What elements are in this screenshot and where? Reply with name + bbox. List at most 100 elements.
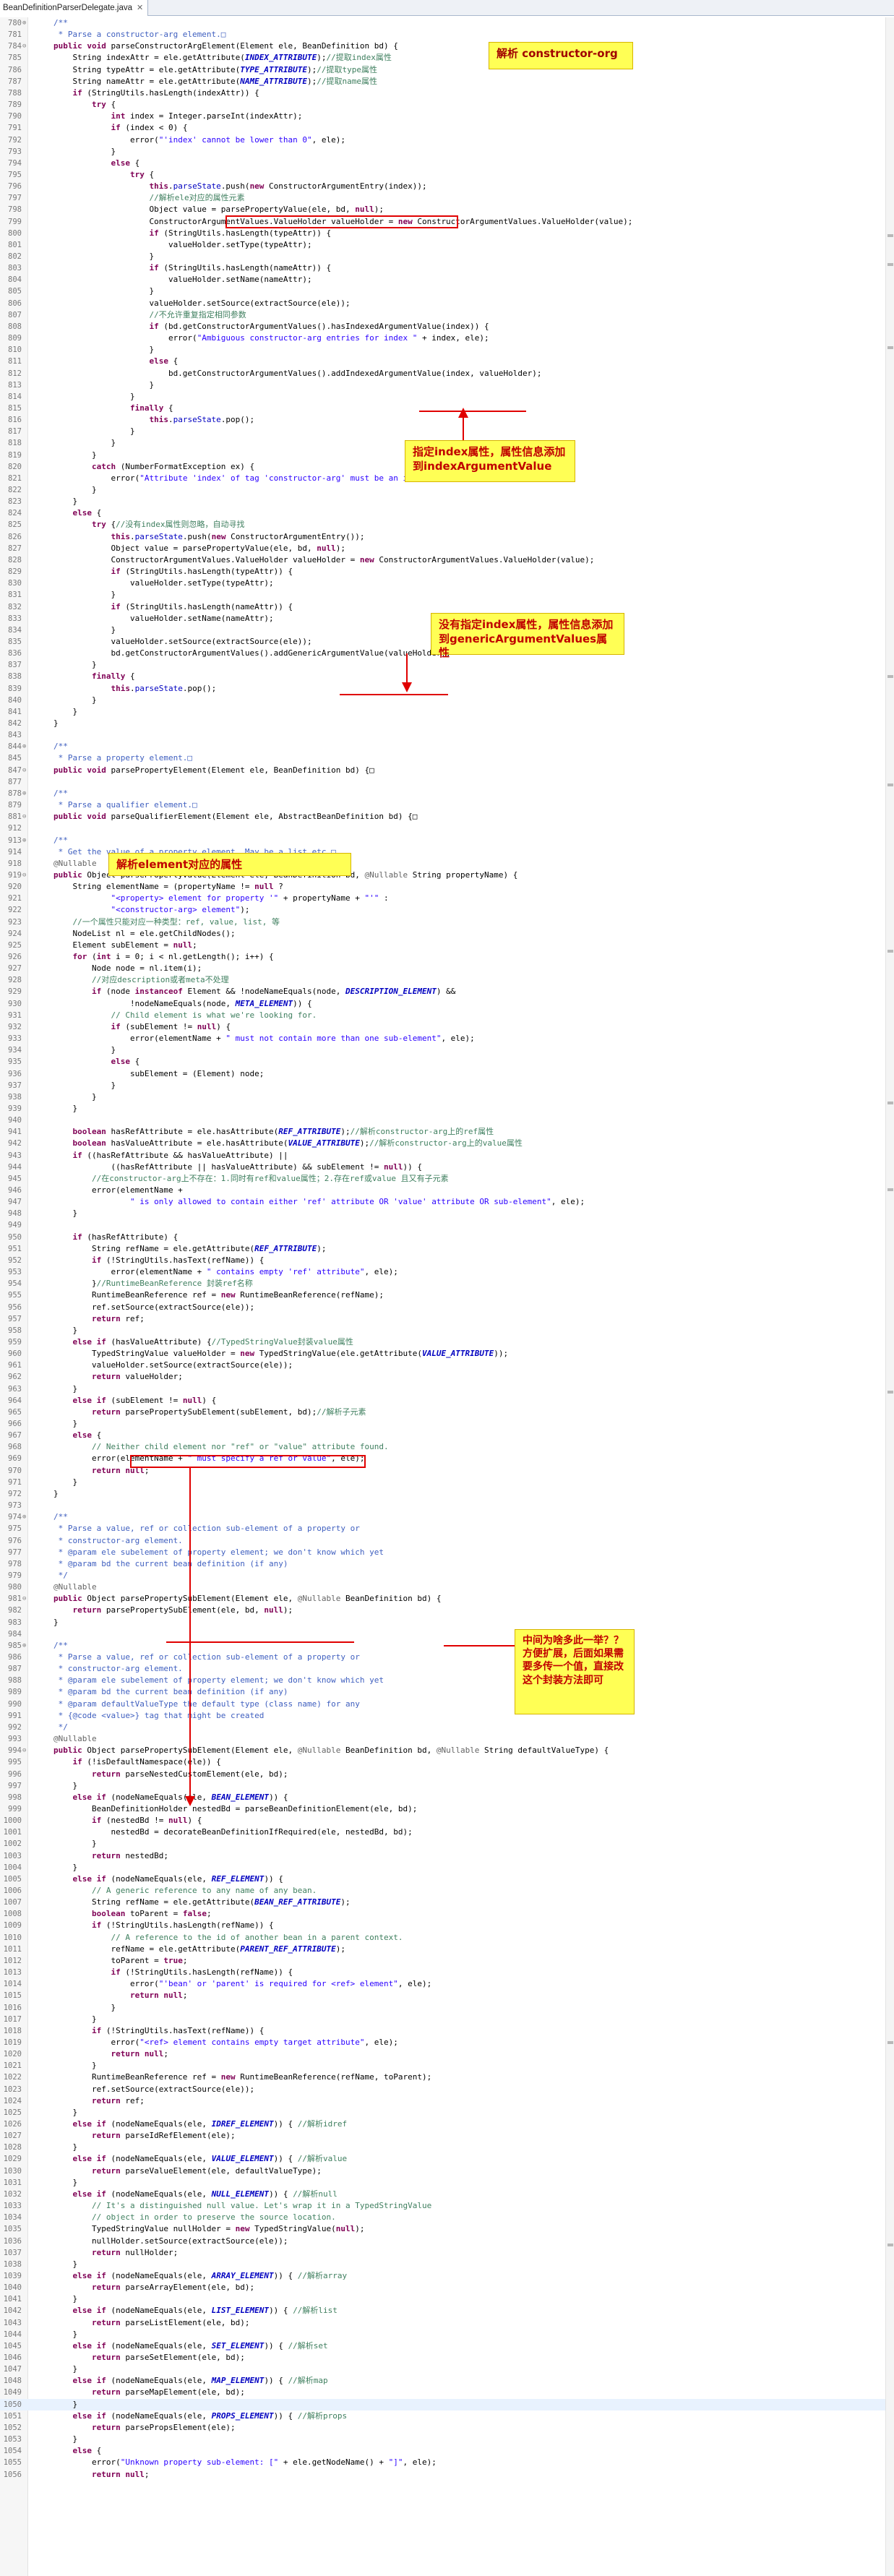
- code-line[interactable]: 938 }: [0, 1091, 894, 1103]
- overview-mark[interactable]: [887, 1391, 893, 1394]
- code-line[interactable]: 842}: [0, 718, 894, 729]
- code-line[interactable]: 950 if (hasRefAttribute) {: [0, 1232, 894, 1243]
- code-line[interactable]: 795 try {: [0, 169, 894, 181]
- overview-mark[interactable]: [887, 675, 893, 678]
- code-line[interactable]: 800 if (StringUtils.hasLength(typeAttr))…: [0, 228, 894, 239]
- code-line[interactable]: 1010 // A reference to the id of another…: [0, 1932, 894, 1944]
- code-line[interactable]: 1011 refName = ele.getAttribute(PARENT_R…: [0, 1944, 894, 1955]
- code-line[interactable]: 1045 else if (nodeNameEquals(ele, SET_EL…: [0, 2340, 894, 2352]
- code-line[interactable]: 963 }: [0, 1383, 894, 1395]
- code-line[interactable]: 843: [0, 729, 894, 741]
- code-line[interactable]: 955 RuntimeBeanReference ref = new Runti…: [0, 1289, 894, 1301]
- code-line[interactable]: 808 if (bd.getConstructorArgumentValues(…: [0, 321, 894, 332]
- code-line[interactable]: 788 if (StringUtils.hasLength(indexAttr)…: [0, 87, 894, 99]
- code-line[interactable]: 1030 return parseValueElement(ele, defau…: [0, 2165, 894, 2177]
- code-line[interactable]: 829 if (StringUtils.hasLength(typeAttr))…: [0, 566, 894, 578]
- code-line[interactable]: 948 }: [0, 1208, 894, 1219]
- overview-mark[interactable]: [887, 263, 893, 266]
- code-line[interactable]: 983}: [0, 1617, 894, 1628]
- code-line[interactable]: 823 }: [0, 496, 894, 507]
- code-line[interactable]: 830 valueHolder.setType(typeAttr);: [0, 578, 894, 589]
- code-line[interactable]: 921 "<property> element for property '" …: [0, 893, 894, 904]
- code-line[interactable]: 925 Element subElement = null;: [0, 940, 894, 951]
- code-line[interactable]: 947 " is only allowed to contain either …: [0, 1196, 894, 1208]
- code-line[interactable]: 1052 return parsePropsElement(ele);: [0, 2422, 894, 2434]
- overview-mark[interactable]: [887, 234, 893, 237]
- fold-toggle-icon[interactable]: ⊖: [22, 811, 26, 823]
- overview-ruler[interactable]: [885, 17, 894, 2576]
- code-line[interactable]: 995 if (!isDefaultNamespace(ele)) {: [0, 1756, 894, 1768]
- tab-file[interactable]: BeanDefinitionParserDelegate.java ✕: [0, 0, 149, 16]
- code-line[interactable]: 1004 }: [0, 1862, 894, 1873]
- fold-toggle-icon[interactable]: ⊕: [22, 1640, 26, 1652]
- code-line[interactable]: 787 String nameAttr = ele.getAttribute(N…: [0, 76, 894, 87]
- code-line[interactable]: 968 // Neither child element nor "ref" o…: [0, 1441, 894, 1453]
- overview-mark[interactable]: [887, 950, 893, 953]
- code-line[interactable]: 912: [0, 823, 894, 834]
- code-line[interactable]: 812 bd.getConstructorArgumentValues().ad…: [0, 368, 894, 379]
- code-line[interactable]: 802 }: [0, 251, 894, 262]
- code-line[interactable]: 1020 return null;: [0, 2048, 894, 2060]
- code-line[interactable]: 1022 RuntimeBeanReference ref = new Runt…: [0, 2071, 894, 2083]
- code-line[interactable]: 1006 // A generic reference to any name …: [0, 1885, 894, 1897]
- code-line[interactable]: 879 * Parse a qualifier element.□: [0, 799, 894, 811]
- code-line[interactable]: 1038 }: [0, 2259, 894, 2270]
- code-line[interactable]: 1042 else if (nodeNameEquals(ele, LIST_E…: [0, 2305, 894, 2317]
- code-line[interactable]: 990 * @param defaultValueType the defaul…: [0, 1699, 894, 1710]
- code-line[interactable]: 789 try {: [0, 99, 894, 111]
- code-line[interactable]: 943 if ((hasRefAttribute && hasValueAttr…: [0, 1150, 894, 1162]
- code-line[interactable]: 986 * Parse a value, ref or collection s…: [0, 1652, 894, 1663]
- code-line[interactable]: 1055 error("Unknown property sub-element…: [0, 2457, 894, 2468]
- code-line[interactable]: 973: [0, 1500, 894, 1511]
- code-line[interactable]: 796 this.parseState.push(new Constructor…: [0, 181, 894, 192]
- code-line[interactable]: 974 ⊕ /**: [0, 1511, 894, 1523]
- code-line[interactable]: 991 * {@code <value>} tag that might be …: [0, 1710, 894, 1722]
- code-line[interactable]: 1009 if (!StringUtils.hasLength(refName)…: [0, 1920, 894, 1931]
- code-line[interactable]: 981 ⊖ public Object parsePropertySubElemen…: [0, 1593, 894, 1605]
- code-line[interactable]: 1005 else if (nodeNameEquals(ele, REF_EL…: [0, 1873, 894, 1885]
- fold-toggle-icon[interactable]: ⊕: [22, 17, 26, 29]
- code-line[interactable]: 810 }: [0, 344, 894, 356]
- code-line[interactable]: 926 for (int i = 0; i < nl.getLength(); …: [0, 951, 894, 963]
- code-line[interactable]: 1003 return nestedBd;: [0, 1850, 894, 1862]
- code-line[interactable]: 1039 else if (nodeNameEquals(ele, ARRAY_…: [0, 2270, 894, 2282]
- code-line[interactable]: 1046 return parseSetElement(ele, bd);: [0, 2352, 894, 2364]
- code-line[interactable]: 1012 toParent = true;: [0, 1955, 894, 1967]
- code-line[interactable]: 781 * Parse a constructor-arg element.□: [0, 29, 894, 40]
- code-line[interactable]: 1048 else if (nodeNameEquals(ele, MAP_EL…: [0, 2375, 894, 2387]
- code-line[interactable]: 1033 // It's a distinguished null value.…: [0, 2200, 894, 2212]
- code-line[interactable]: 1013 if (!StringUtils.hasLength(refName)…: [0, 1967, 894, 1978]
- code-line[interactable]: 1053 }: [0, 2434, 894, 2445]
- code-line[interactable]: 832 if (StringUtils.hasLength(nameAttr))…: [0, 601, 894, 613]
- code-line[interactable]: 845 * Parse a property element.□: [0, 752, 894, 764]
- code-line[interactable]: 989 * @param bd the current bean definit…: [0, 1686, 894, 1698]
- code-line[interactable]: 841 }: [0, 706, 894, 718]
- code-line[interactable]: 1029 else if (nodeNameEquals(ele, VALUE_…: [0, 2153, 894, 2165]
- code-line[interactable]: 803 if (StringUtils.hasLength(nameAttr))…: [0, 262, 894, 274]
- code-line[interactable]: 1014 error("'bean' or 'parent' is requir…: [0, 1978, 894, 1990]
- code-line[interactable]: 984: [0, 1628, 894, 1640]
- code-line[interactable]: 934 }: [0, 1044, 894, 1056]
- code-line[interactable]: 945 //在constructor-arg上不存在：1.同时有ref和valu…: [0, 1173, 894, 1185]
- code-line[interactable]: 806 valueHolder.setSource(extractSource(…: [0, 298, 894, 309]
- code-line[interactable]: 944 ((hasRefAttribute || hasValueAttribu…: [0, 1162, 894, 1173]
- fold-toggle-icon[interactable]: ⊕: [22, 835, 26, 846]
- code-line[interactable]: 1019 error("<ref> element contains empty…: [0, 2037, 894, 2048]
- code-line[interactable]: 988 * @param ele subelement of property …: [0, 1675, 894, 1686]
- code-line[interactable]: 1001 nestedBd = decorateBeanDefinitionIf…: [0, 1826, 894, 1838]
- code-line[interactable]: 959 else if (hasValueAttribute) {//Typed…: [0, 1336, 894, 1348]
- code-line[interactable]: 809 error("Ambiguous constructor-arg ent…: [0, 332, 894, 344]
- code-line[interactable]: 956 ref.setSource(extractSource(ele));: [0, 1302, 894, 1313]
- code-line[interactable]: 941 boolean hasRefAttribute = ele.hasAtt…: [0, 1126, 894, 1138]
- code-line[interactable]: 924 NodeList nl = ele.getChildNodes();: [0, 928, 894, 940]
- code-line[interactable]: 1041 }: [0, 2293, 894, 2305]
- code-line[interactable]: 949: [0, 1219, 894, 1231]
- code-line[interactable]: 958 }: [0, 1325, 894, 1336]
- code-line[interactable]: 928 //对应description或者meta不处理: [0, 974, 894, 986]
- code-line[interactable]: 828 ConstructorArgumentValues.ValueHolde…: [0, 554, 894, 566]
- code-line[interactable]: 1037 return nullHolder;: [0, 2247, 894, 2259]
- close-icon[interactable]: ✕: [137, 4, 143, 12]
- code-line[interactable]: 997 }: [0, 1780, 894, 1792]
- code-line[interactable]: 807 //不允许重复指定相同参数: [0, 309, 894, 321]
- code-line[interactable]: 815 finally {: [0, 403, 894, 414]
